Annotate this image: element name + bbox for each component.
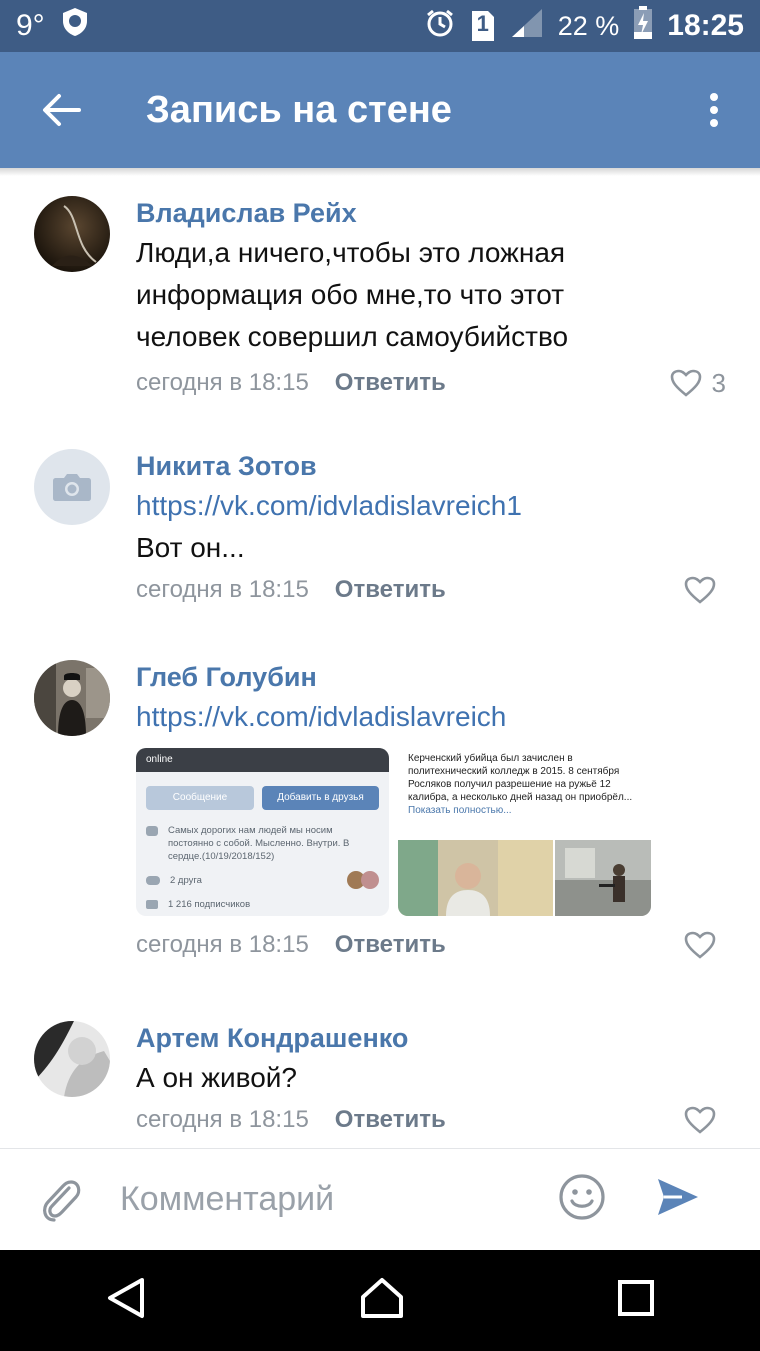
like-button[interactable] <box>684 931 716 959</box>
avatar[interactable] <box>34 449 110 525</box>
nav-recents-button[interactable] <box>617 1280 654 1321</box>
arrow-left-icon <box>43 94 81 126</box>
photo-attachment[interactable]: online Сообщение Добавить в друзья Самых… <box>136 748 389 916</box>
heart-icon <box>684 576 716 604</box>
back-button[interactable] <box>16 52 106 168</box>
comment-link[interactable]: https://vk.com/idvladislavreich1 <box>136 485 736 527</box>
app-bar: Запись на стене <box>0 52 760 168</box>
comment-text: Вот он... <box>136 532 245 563</box>
comment-text: А он живой? <box>136 1062 297 1093</box>
signal-icon <box>510 7 544 46</box>
friends-icon <box>146 875 160 885</box>
comment-date: сегодня в 18:15 <box>136 576 309 603</box>
like-button[interactable]: 3 <box>670 368 726 399</box>
comment-author[interactable]: Владислав Рейх <box>136 196 736 232</box>
comment-author[interactable]: Глеб Голубин <box>136 660 736 696</box>
nav-back-button[interactable] <box>106 1277 146 1324</box>
system-navigation-bar <box>0 1250 760 1351</box>
comment-author[interactable]: Артем Кондрашенко <box>136 1021 736 1057</box>
sim-icon: 1 <box>470 9 496 43</box>
reply-button[interactable]: Ответить <box>335 369 446 397</box>
home-icon <box>360 1278 403 1318</box>
friends-avatars <box>347 871 379 889</box>
send-icon <box>658 1179 698 1215</box>
comment-composer: Комментарий <box>0 1148 760 1250</box>
comment-author[interactable]: Никита Зотов <box>136 449 736 485</box>
avatar[interactable] <box>34 196 110 272</box>
comment-date: сегодня в 18:15 <box>136 931 309 958</box>
comments-list[interactable]: Владислав Рейх Люди,а ничего,чтобы это л… <box>0 176 760 1148</box>
emoji-button[interactable] <box>558 1173 606 1226</box>
square-recents-icon <box>617 1280 654 1316</box>
like-count: 3 <box>711 367 726 398</box>
temperature: 9° <box>16 9 45 42</box>
alarm-icon <box>424 7 456 46</box>
message-button: Сообщение <box>146 786 254 810</box>
clock: 18:25 <box>667 9 744 42</box>
nav-home-button[interactable] <box>359 1277 405 1324</box>
triangle-back-icon <box>108 1278 145 1318</box>
comment-input[interactable]: Комментарий <box>120 1180 540 1219</box>
more-menu-button[interactable] <box>684 52 744 168</box>
comment-link[interactable]: https://vk.com/idvladislavreich <box>136 696 736 738</box>
comment-date: сегодня в 18:15 <box>136 369 309 396</box>
attach-button[interactable] <box>36 1176 86 1224</box>
page-title: Запись на стене <box>146 88 452 131</box>
battery-level: 22 % <box>557 10 620 41</box>
rss-icon <box>146 900 158 909</box>
attachments: online Сообщение Добавить в друзья Самых… <box>136 748 736 916</box>
quote-icon <box>146 826 158 836</box>
shield-icon <box>59 6 91 46</box>
news-photo-right <box>555 840 651 916</box>
avatar[interactable] <box>34 1021 110 1097</box>
status-bar: 9° 1 22 % 18:25 <box>0 0 760 52</box>
camera-icon <box>53 474 91 501</box>
reply-button[interactable]: Ответить <box>335 1106 446 1134</box>
avatar[interactable] <box>34 660 110 736</box>
like-button[interactable] <box>684 1106 716 1134</box>
add-friend-button: Добавить в друзья <box>262 786 379 810</box>
comment-text: Люди,а ничего,чтобы это ложная информаци… <box>136 237 569 352</box>
like-button[interactable] <box>684 576 716 604</box>
heart-icon <box>684 1106 716 1134</box>
app-bar-shadow <box>0 168 760 176</box>
paperclip-icon <box>43 1179 81 1222</box>
heart-icon <box>670 369 701 397</box>
reply-button[interactable]: Ответить <box>335 576 446 604</box>
more-vertical-icon <box>710 93 718 127</box>
reply-button[interactable]: Ответить <box>335 931 446 959</box>
send-button[interactable] <box>656 1175 700 1224</box>
heart-icon <box>684 931 716 959</box>
news-photo-left <box>398 840 553 916</box>
battery-icon <box>633 5 653 47</box>
smiley-icon <box>559 1174 605 1220</box>
photo-attachment[interactable]: Керченский убийца был зачислен в политех… <box>398 748 651 916</box>
comment-date: сегодня в 18:15 <box>136 1106 309 1133</box>
